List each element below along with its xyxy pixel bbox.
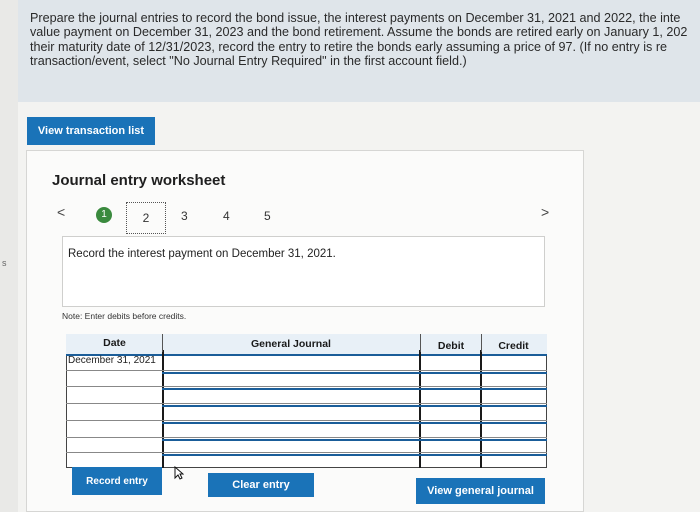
table-row-divider bbox=[66, 437, 547, 438]
clear-entry-button[interactable]: Clear entry bbox=[208, 473, 314, 497]
note-text: Note: Enter debits before credits. bbox=[62, 311, 187, 321]
record-instruction-box bbox=[62, 236, 545, 307]
column-divider bbox=[420, 334, 421, 352]
table-row-date: December 31, 2021 bbox=[68, 355, 156, 366]
instructions-line: Prepare the journal entries to record th… bbox=[30, 11, 681, 25]
account-input[interactable] bbox=[164, 441, 418, 452]
account-input[interactable] bbox=[164, 374, 418, 386]
view-general-journal-button[interactable]: View general journal bbox=[416, 478, 545, 504]
column-divider bbox=[419, 350, 421, 468]
view-transaction-list-button[interactable]: View transaction list bbox=[27, 117, 155, 145]
table-row-divider bbox=[66, 420, 547, 421]
left-edge-mark: s bbox=[2, 258, 7, 268]
instructions-line: transaction/event, select "No Journal En… bbox=[30, 54, 467, 69]
account-input[interactable] bbox=[164, 424, 418, 436]
next-step-arrow-icon[interactable]: > bbox=[541, 204, 549, 220]
column-divider bbox=[480, 350, 482, 468]
header-general-journal: General Journal bbox=[251, 338, 331, 350]
step-3[interactable]: 3 bbox=[181, 209, 188, 223]
step-1[interactable]: 1 bbox=[96, 207, 112, 223]
account-input[interactable] bbox=[164, 390, 418, 402]
mouse-cursor-icon bbox=[174, 466, 184, 480]
record-instruction-text: Record the interest payment on December … bbox=[68, 248, 336, 260]
header-date: Date bbox=[103, 337, 126, 349]
table-row-divider bbox=[66, 386, 547, 387]
left-edge bbox=[0, 0, 18, 512]
table-row-divider bbox=[66, 452, 547, 453]
step-2[interactable]: 2 bbox=[126, 202, 166, 234]
instructions-line: their maturity date of 12/31/2023, recor… bbox=[30, 39, 668, 54]
account-input[interactable] bbox=[164, 353, 418, 369]
record-entry-button[interactable]: Record entry bbox=[72, 467, 162, 495]
instructions-box: Prepare the journal entries to record th… bbox=[18, 0, 700, 102]
header-credit: Credit bbox=[498, 340, 529, 352]
column-divider bbox=[481, 334, 482, 352]
step-4[interactable]: 4 bbox=[223, 209, 230, 223]
debit-input[interactable] bbox=[422, 353, 479, 369]
table-row-divider bbox=[66, 403, 547, 404]
prev-step-arrow-icon[interactable]: < bbox=[57, 204, 65, 220]
table-row-divider bbox=[162, 454, 547, 456]
header-debit: Debit bbox=[437, 340, 465, 352]
table-row-divider bbox=[66, 370, 547, 371]
step-5[interactable]: 5 bbox=[264, 209, 271, 223]
worksheet-title: Journal entry worksheet bbox=[52, 172, 226, 189]
column-divider bbox=[162, 334, 163, 352]
account-input[interactable] bbox=[164, 407, 418, 419]
credit-input[interactable] bbox=[483, 353, 545, 369]
instructions-line: value payment on December 31, 2023 and t… bbox=[30, 25, 688, 40]
